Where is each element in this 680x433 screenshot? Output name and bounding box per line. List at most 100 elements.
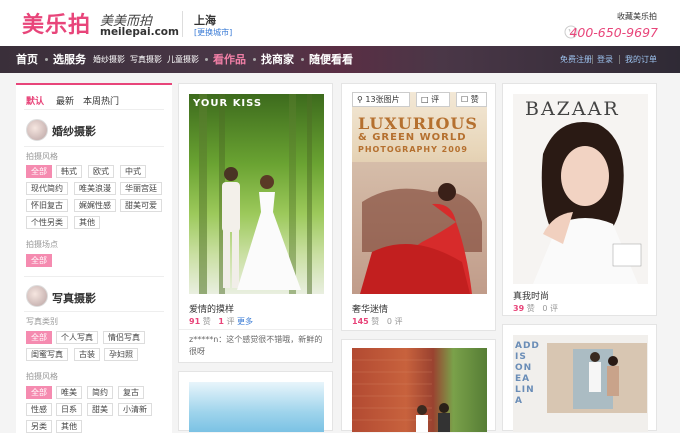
filter-tag[interactable]: 唯美 bbox=[56, 386, 82, 399]
header-divider bbox=[182, 11, 183, 37]
filter-sidebar: 默认 最新 本周热门 婚纱摄影 拍摄风格 全部 韩式 欧式 中式 现代简约 唯美… bbox=[16, 83, 172, 433]
filter-tag[interactable]: 性感 bbox=[26, 403, 52, 416]
like-count: 145 bbox=[352, 317, 369, 326]
filter-tag[interactable]: 娓娓性感 bbox=[74, 199, 116, 212]
filter-tag[interactable]: 甜美可爱 bbox=[120, 199, 162, 212]
nav-portrait-photo[interactable]: 写真摄影 bbox=[130, 46, 162, 73]
group-label: 拍摄风格 bbox=[26, 372, 58, 381]
brick-wall-image bbox=[352, 359, 450, 432]
group-label: 拍摄场点 bbox=[26, 240, 58, 249]
more-comments-link[interactable]: 更多 bbox=[237, 317, 253, 326]
filter-tag[interactable]: 其他 bbox=[74, 216, 100, 229]
filter-tag[interactable]: 中式 bbox=[120, 165, 146, 178]
comment-icon: □ bbox=[421, 95, 429, 104]
filter-tag[interactable]: 另类 bbox=[26, 420, 52, 433]
like-button[interactable]: ☐ 赞 bbox=[456, 92, 487, 107]
my-orders-link[interactable]: 我的订单 bbox=[625, 46, 657, 73]
work-card[interactable] bbox=[341, 339, 496, 432]
fashion-portrait-image bbox=[513, 94, 648, 284]
nav-services[interactable]: 选服务 bbox=[53, 46, 86, 73]
photo-caption: YOUR KISS bbox=[193, 98, 263, 109]
work-card[interactable] bbox=[178, 371, 333, 432]
logo[interactable]: 美乐拍 bbox=[22, 7, 91, 39]
filter-tag[interactable]: 孕妇照 bbox=[104, 348, 138, 361]
filter-tag[interactable]: 甜美 bbox=[87, 403, 113, 416]
favorite-link[interactable]: 收藏美乐拍 bbox=[617, 11, 657, 22]
tab-weekly-hot[interactable]: 本周热门 bbox=[83, 94, 119, 107]
filter-tag[interactable]: 现代简约 bbox=[26, 182, 68, 195]
work-photo[interactable]: ADD IS ON EA LIN A bbox=[513, 335, 648, 432]
filter-tag[interactable]: 全部 bbox=[26, 386, 52, 399]
filter-tag[interactable]: 全部 bbox=[26, 254, 52, 267]
wedding-couple-image bbox=[199, 94, 312, 294]
work-card[interactable]: ADD IS ON EA LIN A bbox=[502, 324, 657, 432]
divider bbox=[24, 146, 164, 147]
filter-tag[interactable]: 古装 bbox=[74, 348, 100, 361]
filter-tag[interactable]: 情侣写真 bbox=[103, 331, 145, 344]
filter-tag[interactable]: 全部 bbox=[26, 165, 52, 178]
comment-count: 1 bbox=[218, 317, 224, 326]
like-unit: 赞 bbox=[202, 317, 211, 326]
nav-wedding-photo[interactable]: 婚纱摄影 bbox=[93, 46, 125, 73]
filter-tag[interactable]: 简约 bbox=[87, 386, 113, 399]
group-label: 拍摄风格 bbox=[26, 152, 58, 161]
portrait-category-title[interactable]: 写真摄影 bbox=[52, 290, 96, 306]
nav-right-divider bbox=[592, 55, 593, 64]
comment-count: 0 bbox=[386, 317, 392, 326]
login-link[interactable]: 登录 bbox=[597, 46, 613, 73]
filter-tag[interactable]: 唯美浪漫 bbox=[74, 182, 116, 195]
tab-latest[interactable]: 最新 bbox=[56, 94, 74, 107]
filter-tag[interactable]: 韩式 bbox=[56, 165, 82, 178]
filter-tag[interactable]: 全部 bbox=[26, 331, 52, 344]
nav-find-merchant[interactable]: 找商家 bbox=[261, 46, 294, 73]
main-nav: 首页 选服务 婚纱摄影 写真摄影 儿童摄影 看作品 找商家 随便看看 免费注册 … bbox=[0, 46, 680, 73]
tab-default[interactable]: 默认 bbox=[26, 94, 44, 107]
wedding-category-title[interactable]: 婚纱摄影 bbox=[52, 123, 96, 139]
work-photo[interactable]: BAZAAR bbox=[513, 94, 648, 284]
nav-separator bbox=[253, 58, 256, 61]
comment-unit: 评 bbox=[226, 317, 235, 326]
filter-tag[interactable]: 闺蜜写真 bbox=[26, 348, 68, 361]
work-title[interactable]: 奢华迷情 bbox=[352, 302, 388, 315]
work-card[interactable]: LUXURIOUS & GREEN WORLD PHOTOGRAPHY 2009… bbox=[341, 83, 496, 331]
filter-tag[interactable]: 复古 bbox=[118, 386, 144, 399]
filter-tag[interactable]: 华丽宫廷 bbox=[120, 182, 162, 195]
image-count-button[interactable]: ⚲ 13张图片 bbox=[352, 92, 410, 107]
nav-right-divider bbox=[619, 55, 620, 64]
filter-tag[interactable]: 日系 bbox=[56, 403, 82, 416]
work-card[interactable]: YOUR KISS 爱情的摸样 91 赞 1 评 更多 z*****n：这个感觉… bbox=[178, 83, 333, 363]
divider bbox=[24, 311, 164, 312]
logo-domain: meilepai.com bbox=[100, 26, 179, 38]
filter-tag[interactable]: 其他 bbox=[56, 420, 82, 433]
filter-tag[interactable]: 欧式 bbox=[88, 165, 114, 178]
work-title[interactable]: 真我时尚 bbox=[513, 289, 549, 302]
work-stats: 39 赞 0 评 bbox=[513, 303, 558, 314]
nav-separator bbox=[301, 58, 304, 61]
filter-tag[interactable]: 个性另类 bbox=[26, 216, 68, 229]
work-photo[interactable]: YOUR KISS bbox=[189, 94, 324, 294]
work-card[interactable]: BAZAAR 真我时尚 39 赞 0 评 bbox=[502, 83, 657, 316]
nav-browse[interactable]: 随便看看 bbox=[309, 46, 353, 73]
thumb-icon: ☐ bbox=[461, 95, 469, 104]
photo-caption: & GREEN WORLD bbox=[358, 132, 467, 143]
divider bbox=[24, 276, 164, 277]
nav-kids-photo[interactable]: 儿童摄影 bbox=[167, 46, 199, 73]
work-photo[interactable] bbox=[352, 348, 487, 432]
nav-separator bbox=[45, 58, 48, 61]
like-count: 91 bbox=[189, 317, 201, 326]
portrait-category-avatar bbox=[26, 285, 48, 307]
filter-tag[interactable]: 个人写真 bbox=[56, 331, 98, 344]
photo-caption: ADD IS ON EA LIN A bbox=[515, 341, 540, 406]
filter-tag[interactable]: 小清新 bbox=[118, 403, 152, 416]
register-link[interactable]: 免费注册 bbox=[560, 46, 592, 73]
change-city-link[interactable]: [更换城市] bbox=[194, 27, 232, 38]
work-photo[interactable]: LUXURIOUS & GREEN WORLD PHOTOGRAPHY 2009… bbox=[352, 92, 487, 294]
search-icon: ⚲ bbox=[357, 95, 363, 104]
nav-works[interactable]: 看作品 bbox=[213, 46, 246, 73]
divider bbox=[179, 329, 332, 330]
like-count: 39 bbox=[513, 304, 525, 313]
work-title[interactable]: 爱情的摸样 bbox=[189, 302, 234, 315]
filter-tag[interactable]: 怀旧复古 bbox=[26, 199, 68, 212]
comment-button[interactable]: □ 评 bbox=[416, 92, 450, 107]
nav-home[interactable]: 首页 bbox=[16, 46, 38, 73]
